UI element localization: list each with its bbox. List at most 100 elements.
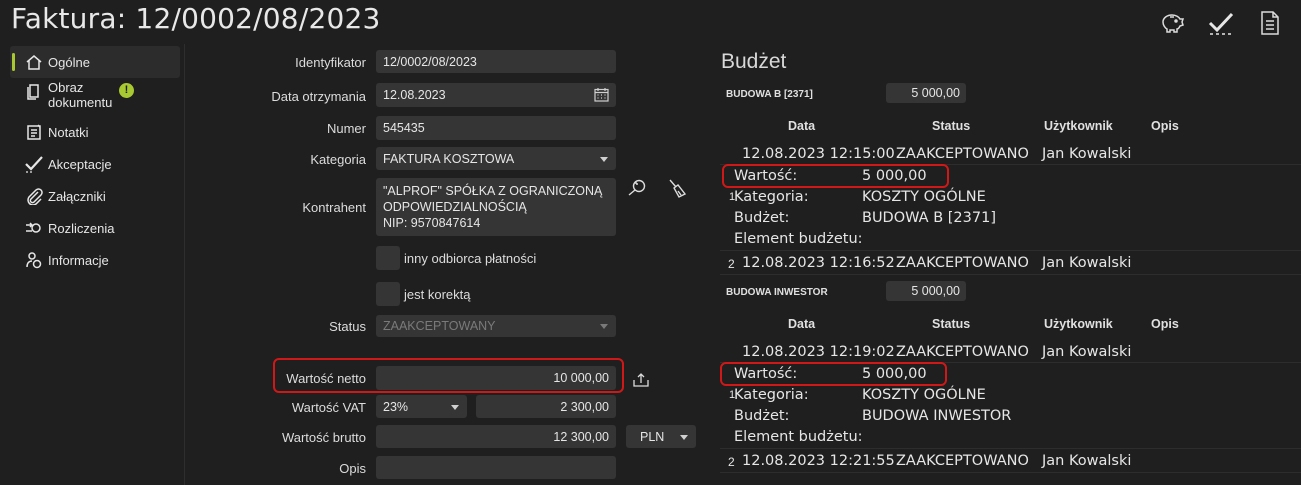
chevron-down-icon [680, 434, 688, 440]
top-toolbar [1157, 8, 1285, 38]
approval-status: ZAAKCEPTOWANO [896, 255, 1029, 271]
approval-date: 12.08.2023 12:16:52 [742, 255, 895, 271]
jest-korekta-checkbox[interactable] [376, 282, 400, 306]
sidebar-item-ogolne[interactable]: Ogólne [10, 46, 180, 78]
data-otrzymania-label: Data otrzymania [271, 89, 366, 104]
kategoria-value: FAKTURA KOSZTOWA [383, 151, 515, 166]
status-value: ZAAKCEPTOWANY [383, 319, 496, 333]
data-otrzymania-field[interactable]: 12.08.2023 [376, 83, 616, 107]
detail-budzet-value: BUDOWA INWESTOR [862, 408, 1012, 424]
chevron-down-icon [451, 404, 459, 410]
identyfikator-field[interactable]: 12/0002/08/2023 [376, 50, 616, 73]
detail-wartosc-label: Wartość: [734, 168, 798, 184]
warning-badge: ! [119, 83, 134, 98]
wartosc-brutto-label: Wartość brutto [281, 430, 366, 445]
detail-element-label: Element budżetu: [734, 231, 863, 247]
budget-section-amount: 5 000,00 [886, 83, 966, 103]
opis-label: Opis [339, 461, 366, 476]
approval-date: 12.08.2023 12:21:55 [742, 453, 895, 469]
home-icon [24, 52, 44, 72]
opis-field[interactable] [376, 456, 616, 479]
column-header-status: Status [932, 119, 971, 133]
checkmark-icon[interactable] [1206, 8, 1236, 38]
document-image-icon [24, 82, 44, 102]
detail-kategoria-label: Kategoria: [734, 387, 809, 403]
data-otrzymania-value: 12.08.2023 [383, 88, 446, 102]
sidebar-divider [184, 44, 185, 485]
chevron-down-icon [600, 324, 608, 329]
wartosc-brutto-field[interactable]: 12 300,00 [376, 425, 616, 448]
wartosc-vat-field[interactable]: 2 300,00 [476, 395, 616, 418]
kontrahent-line-3: NIP: 9570847614 [383, 216, 481, 230]
budget-section-amount: 5 000,00 [886, 281, 966, 301]
approval-status: ZAAKCEPTOWANO [896, 146, 1029, 162]
sidebar-item-label: Notatki [48, 124, 89, 140]
sidebar-item-label: Obraz dokumentu [48, 80, 113, 110]
sidebar-item-rozliczenia[interactable]: Rozliczenia [10, 212, 180, 244]
column-header-opis: Opis [1151, 317, 1179, 331]
sidebar-item-label: Załączniki [48, 188, 106, 204]
piggy-bank-icon[interactable] [1157, 8, 1187, 38]
row-separator [720, 250, 1301, 251]
budget-title: Budżet [721, 50, 787, 73]
column-header-data: Data [788, 317, 816, 331]
sidebar-item-notatki[interactable]: Notatki [10, 116, 180, 148]
column-header-status: Status [932, 317, 971, 331]
kontrahent-field[interactable]: "ALPROF" SPÓŁKA Z OGRANICZONĄ ODPOWIEDZI… [376, 178, 616, 236]
calendar-icon[interactable] [594, 87, 609, 105]
paperclip-icon [24, 186, 44, 206]
detail-kategoria-value: KOSZTY OGÓLNE [862, 387, 986, 403]
inny-odbiorca-checkbox[interactable] [376, 246, 400, 270]
sidebar-item-zalaczniki[interactable]: Załączniki [10, 180, 180, 212]
sidebar-item-informacje[interactable]: Informacje [10, 244, 180, 276]
sidebar-item-label: Informacje [48, 252, 109, 268]
sidebar-item-label: Akceptacje [48, 156, 112, 172]
kontrahent-line-2: ODPOWIEDZIALNOŚCIĄ [383, 200, 527, 214]
upload-icon[interactable] [633, 373, 649, 390]
currency-select[interactable]: PLN [626, 425, 696, 448]
detail-budzet-label: Budżet: [734, 408, 790, 424]
approval-user: Jan Kowalski [1042, 344, 1132, 360]
search-contractor-icon[interactable] [627, 178, 649, 201]
kategoria-label: Kategoria [310, 152, 366, 167]
sidebar-item-obraz-dokumentu[interactable]: Obraz dokumentu ! [10, 78, 180, 116]
approval-user: Jan Kowalski [1042, 453, 1132, 469]
kontrahent-line-1: "ALPROF" SPÓŁKA Z OGRANICZONĄ [383, 184, 603, 198]
sidebar-item-akceptacje[interactable]: Akceptacje [10, 148, 180, 180]
kontrahent-label: Kontrahent [302, 200, 366, 215]
identyfikator-label: Identyfikator [295, 55, 366, 70]
budget-section-name: BUDOWA B [2371] [726, 89, 813, 100]
row-separator [720, 472, 1301, 473]
kategoria-select[interactable]: FAKTURA KOSZTOWA [376, 147, 616, 170]
column-header-data: Data [788, 119, 816, 133]
detail-kategoria-value: KOSZTY OGÓLNE [862, 189, 986, 205]
page-title: Faktura: 12/0002/08/2023 [11, 2, 381, 35]
numer-label: Numer [326, 121, 366, 136]
numer-field[interactable]: 545435 [376, 116, 616, 140]
wartosc-netto-label: Wartość netto [286, 371, 366, 386]
approval-user: Jan Kowalski [1042, 146, 1132, 162]
document-icon[interactable] [1255, 8, 1285, 38]
budget-section-name: BUDOWA INWESTOR [726, 287, 828, 298]
chevron-down-icon [600, 156, 608, 162]
settlement-icon [24, 218, 44, 238]
approval-status: ZAAKCEPTOWANO [896, 344, 1029, 360]
vat-rate-value: 23% [383, 399, 409, 414]
vat-rate-select[interactable]: 23% [376, 395, 467, 418]
clear-brush-icon[interactable] [666, 177, 688, 202]
sidebar-item-label: Ogólne [48, 54, 90, 70]
user-info-icon [24, 250, 44, 270]
approval-date: 12.08.2023 12:19:02 [742, 344, 895, 360]
status-select[interactable]: ZAAKCEPTOWANY [376, 315, 616, 337]
sidebar-item-label: Rozliczenia [48, 220, 115, 236]
inny-odbiorca-label: inny odbiorca płatności [404, 251, 537, 266]
detail-wartosc-value: 5 000,00 [862, 168, 927, 184]
approval-date: 12.08.2023 12:15:00 [742, 146, 895, 162]
row-number: 2 [728, 257, 735, 271]
wartosc-netto-field[interactable]: 10 000,00 [376, 366, 616, 390]
currency-value: PLN [640, 429, 665, 444]
checkmark-icon [24, 154, 44, 174]
wartosc-vat-label: Wartość VAT [291, 400, 366, 415]
detail-element-label: Element budżetu: [734, 429, 863, 445]
column-header-user: Użytkownik [1044, 119, 1113, 133]
